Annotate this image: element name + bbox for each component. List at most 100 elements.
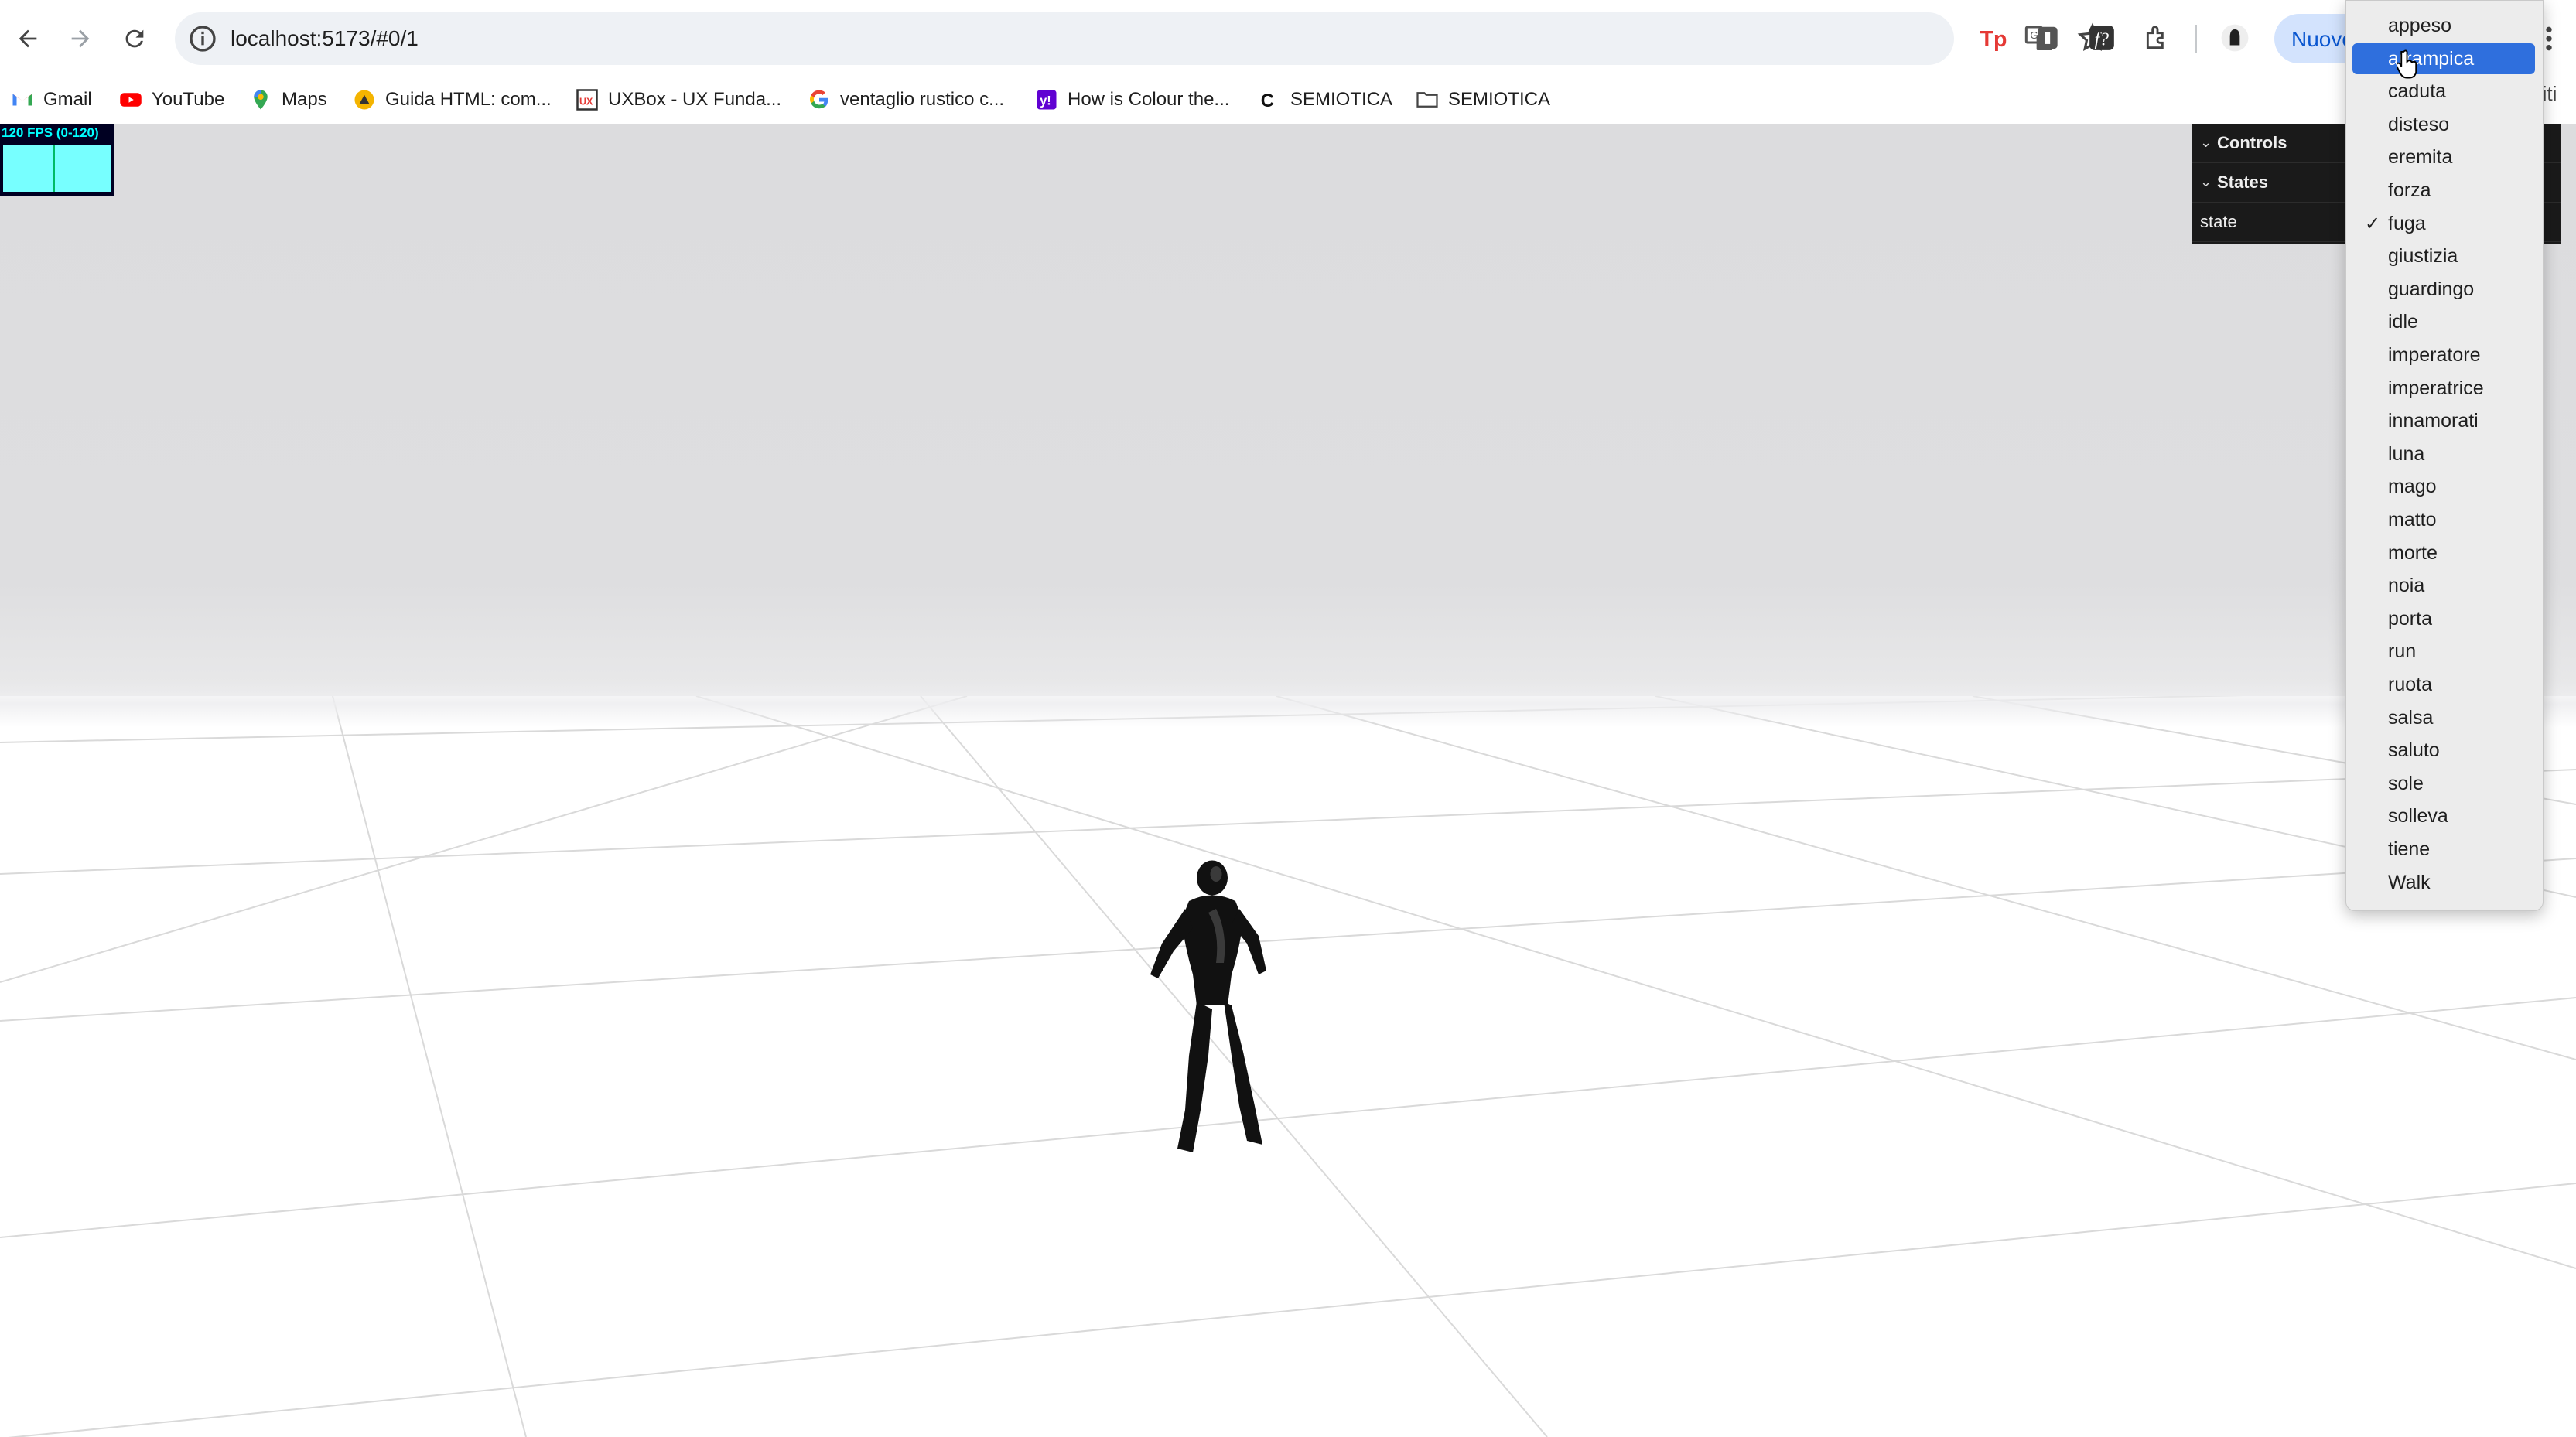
dropdown-option-saluto[interactable]: saluto [2352,735,2535,766]
uxbox-icon: UX [576,88,599,111]
yahoo-icon: y! [1035,88,1058,111]
bookmark-maps[interactable]: Maps [249,84,327,116]
dropdown-option-caduta[interactable]: caduta [2352,76,2535,107]
svg-text:C: C [1261,90,1274,111]
scene-background [0,124,2576,696]
reload-icon [125,29,144,48]
dropdown-option-label: saluto [2388,739,2440,762]
dropdown-option-label: sole [2388,772,2424,794]
bookmark-semiotica-c[interactable]: C SEMIOTICA [1258,84,1392,116]
back-button[interactable] [6,17,50,60]
dropdown-option-label: ruota [2388,674,2432,695]
dropdown-option-run[interactable]: run [2352,636,2535,667]
dropdown-option-guardingo[interactable]: guardingo [2352,274,2535,305]
bookmark-label: UXBox - UX Funda... [608,89,782,110]
svg-text:f?: f? [2095,30,2110,50]
dropdown-option-label: guardingo [2388,278,2475,300]
bookmark-html-guide[interactable]: Guida HTML: com... [353,84,552,116]
dropdown-option-appeso[interactable]: appeso [2352,10,2535,41]
bookmark-label: Maps [282,89,327,110]
google-icon [808,88,831,111]
bookmark-label: SEMIOTICA [1290,89,1393,110]
bookmark-label: YouTube [152,89,225,110]
dropdown-option-solleva[interactable]: solleva [2352,800,2535,831]
dropdown-option-mago[interactable]: mago [2352,471,2535,502]
dropdown-option-eremita[interactable]: eremita [2352,142,2535,172]
toolbar-separator [2195,25,2197,53]
dropdown-option-noia[interactable]: noia [2352,570,2535,601]
svg-text:y!: y! [1040,94,1051,108]
dropdown-option-imperatore[interactable]: imperatore [2352,340,2535,370]
site-info-icon[interactable] [187,23,218,54]
profile-button-label: Nuovo [2291,27,2354,51]
dropdown-option-label: tiene [2388,838,2431,860]
dropdown-option-porta[interactable]: porta [2352,603,2535,634]
bookmark-ventaglio[interactable]: ventaglio rustico c... [808,84,1004,116]
dropdown-option-imperatrice[interactable]: imperatrice [2352,373,2535,404]
address-bar[interactable]: localhost:5173/#0/1 G文 [175,12,2108,65]
arrow-right-icon [71,29,90,48]
dropdown-option-forza[interactable]: forza [2352,175,2535,206]
bookmark-label: How is Colour the... [1068,89,1230,110]
gui-controls-label: Controls [2217,133,2287,152]
dropdown-option-tiene[interactable]: tiene [2352,834,2535,865]
gui-states-label: States [2217,172,2269,192]
dropdown-option-label: Walk [2388,871,2431,893]
dropdown-option-arrampica[interactable]: arrampica [2352,43,2535,74]
youtube-icon [119,88,142,111]
dropdown-option-label: imperatore [2388,344,2481,366]
reload-button[interactable] [113,17,156,60]
dropdown-option-label: porta [2388,607,2432,630]
folder-icon [1416,88,1439,111]
dropdown-option-label: caduta [2388,80,2447,103]
dropdown-option-morte[interactable]: morte [2352,538,2535,568]
fps-stats-panel[interactable]: 120 FPS (0-120) [0,124,114,196]
dropdown-option-luna[interactable]: luna [2352,439,2535,469]
dropdown-option-salsa[interactable]: salsa [2352,702,2535,733]
dropdown-option-idle[interactable]: idle [2352,306,2535,337]
dropdown-option-ruota[interactable]: ruota [2352,669,2535,700]
dropdown-option-label: appeso [2388,15,2452,36]
browser-toolbar: localhost:5173/#0/1 G文 Tp f? Nuovo [0,0,2576,76]
threejs-viewport[interactable]: 120 FPS (0-120) ⌄ Controls ⌄ States stat… [0,124,2576,1437]
extension-font-icon[interactable]: f? [2086,22,2118,54]
dropdown-option-matto[interactable]: matto [2352,504,2535,535]
dropdown-option-fuga[interactable]: ✓ fuga [2352,208,2535,239]
bookmark-label: ventaglio rustico c... [840,89,1005,110]
bookmark-uxbox[interactable]: UX UXBox - UX Funda... [576,84,781,116]
extension-tp-icon[interactable]: Tp [1977,22,2010,54]
checkmark-icon: ✓ [2365,213,2381,234]
dropdown-option-label: matto [2388,509,2437,531]
dropdown-option-label: forza [2388,179,2431,201]
dropdown-option-label: noia [2388,575,2425,597]
semiotica-c-icon: C [1258,88,1281,111]
dropdown-option-label: imperatrice [2388,377,2484,399]
dropdown-option-sole[interactable]: sole [2352,768,2535,799]
dropdown-option-label: fuga [2388,212,2426,234]
horizon-fog [0,681,2576,727]
state-select-dropdown[interactable]: appeso arrampica caduta disteso eremita forza… [2345,0,2544,911]
maps-icon [249,88,272,111]
dropdown-option-label: morte [2388,541,2438,564]
dropdown-option-disteso[interactable]: disteso [2352,109,2535,140]
bookmark-gmail[interactable]: Gmail [11,84,92,116]
dropdown-option-label: run [2388,640,2417,663]
dropdown-option-label: idle [2388,311,2418,333]
extension-shield-icon[interactable] [2031,22,2064,54]
forward-button[interactable] [59,17,102,60]
extensions-puzzle-icon[interactable] [2141,22,2174,54]
fps-graph [3,145,111,192]
fps-label: 120 FPS (0-120) [2,125,99,140]
bookmark-label: Guida HTML: com... [385,89,552,110]
profile-avatar-icon[interactable] [2219,22,2251,54]
dropdown-option-walk[interactable]: Walk [2352,867,2535,898]
bookmark-folder-semiotica[interactable]: SEMIOTICA [1416,84,1550,116]
bookmark-colour[interactable]: y! How is Colour the... [1035,84,1229,116]
dropdown-option-innamorati[interactable]: innamorati [2352,405,2535,436]
chevron-down-icon: ⌄ [2200,174,2212,189]
dropdown-option-giustizia[interactable]: giustizia [2352,241,2535,271]
bookmark-label: SEMIOTICA [1448,89,1551,110]
chevron-down-icon: ⌄ [2200,135,2212,150]
hand-cursor-icon [2397,49,2417,79]
bookmark-youtube[interactable]: YouTube [119,84,224,116]
